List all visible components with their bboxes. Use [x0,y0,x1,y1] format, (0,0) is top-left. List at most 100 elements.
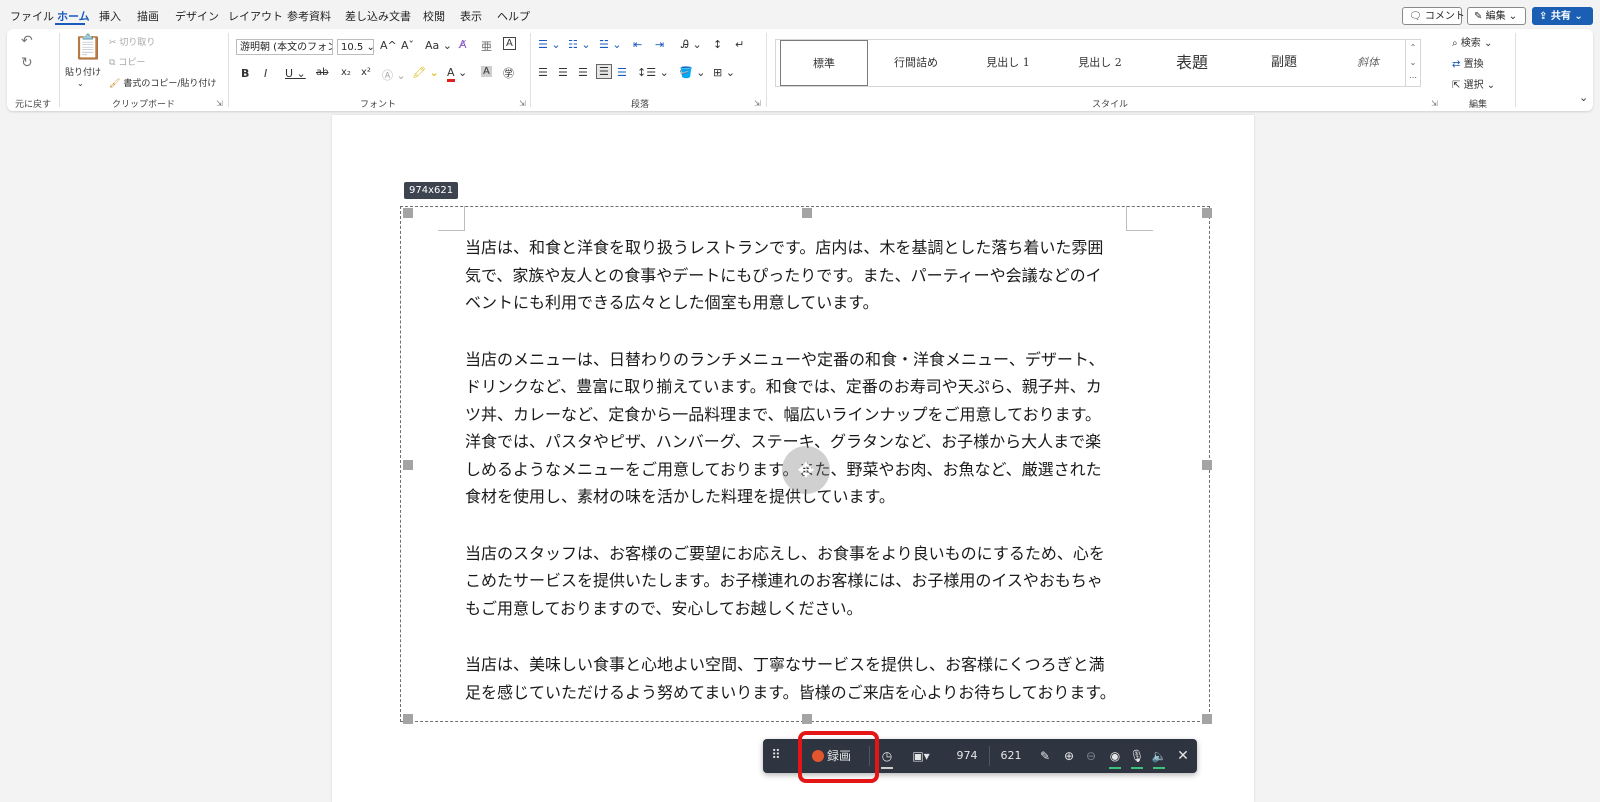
dialog-launcher-icon[interactable]: ⇲ [754,99,761,108]
asian-layout-icon[interactable]: Ꭿ ⌄ [681,38,702,52]
height-field[interactable]: 621 [991,739,1031,773]
resize-handle-top[interactable] [802,208,812,218]
text-line: 当店のスタッフは、お客様のご要望にお応えし、お食事をより良いものにするため、心を [465,543,1105,563]
tab-design[interactable]: デザイン [175,8,219,24]
undo-icon[interactable]: ↶ [21,33,33,49]
resize-handle-right[interactable] [1202,460,1212,470]
margin-corner-mark [438,206,465,231]
cut-button[interactable]: ✂ 切り取り [109,35,155,48]
style-no-spacing[interactable]: 行間詰め [872,40,960,86]
chevron-down-icon[interactable]: ⌄ [1406,55,1420,70]
decrease-indent-icon[interactable]: ⇤ [633,38,642,51]
text-effects-icon[interactable]: Ⓐ ⌄ [382,67,406,83]
tab-layout[interactable]: レイアウト [228,8,283,24]
dialog-launcher-icon[interactable]: ⇲ [1431,99,1438,108]
pen-icon[interactable]: ✎ [1035,739,1055,773]
editing-group-label: 編集 [1469,100,1488,110]
style-normal[interactable]: 標準 [780,40,868,86]
style-title[interactable]: 表題 [1148,40,1236,86]
tab-view[interactable]: 表示 [460,8,482,24]
resize-handle-bottom-right[interactable] [1202,714,1212,724]
resize-handle-bottom-left[interactable] [403,714,413,724]
shading-icon[interactable]: 🪣 ⌄ [679,66,705,79]
cursor-icon: ⇱ [1452,80,1461,91]
tab-references[interactable]: 参考資料 [287,8,331,24]
group-separator [766,33,767,107]
numbering-icon[interactable]: ☷ ⌄ [568,38,591,51]
resize-handle-left[interactable] [403,460,413,470]
justify-icon[interactable]: ☰ [596,64,612,79]
italic-button[interactable]: I [264,67,267,80]
line-spacing-icon[interactable]: ↕☰ ⌄ [637,66,669,79]
underline-button[interactable]: U ⌄ [285,67,306,80]
align-center-icon[interactable]: ☰ [558,66,568,79]
copy-button[interactable]: ⧉ コピー [109,55,145,68]
font-size-select[interactable]: 10.5 ⌄ [337,39,374,55]
move-handle[interactable]: ✥ [782,446,830,494]
strikethrough-button[interactable]: ab [316,67,328,78]
redo-icon[interactable]: ↻ [21,55,33,71]
close-icon[interactable]: ✕ [1173,739,1193,773]
borders-icon[interactable]: ⊞ ⌄ [713,66,735,79]
region-mode-icon[interactable]: ▣▾ [907,739,935,773]
highlight-color-icon[interactable]: 🖍 ⌄ [412,66,439,79]
font-name-select[interactable]: 游明朝 (本文のフォン [236,39,333,55]
tab-help[interactable]: ヘルプ [497,8,530,24]
style-heading-1[interactable]: 見出し 1 [964,40,1052,86]
select-button[interactable]: ⇱ 選択 ⌄ [1452,76,1495,91]
dialog-launcher-icon[interactable]: ⇲ [216,99,223,108]
tab-home[interactable]: ホーム [57,8,90,24]
superscript-button[interactable]: x² [361,67,371,78]
multilevel-list-icon[interactable]: ☱ ⌄ [599,38,622,51]
replace-button[interactable]: ⇄ 置換 [1452,55,1484,70]
zoom-in-icon[interactable]: ⊕ [1059,739,1079,773]
style-emphasis[interactable]: 斜体 [1328,40,1408,86]
sort-icon[interactable]: ↕ [713,38,722,51]
chevron-down-icon[interactable]: ⌄ [77,79,84,88]
collapse-ribbon-icon[interactable]: ⌄ [1579,91,1588,104]
character-shading-button[interactable]: A [481,66,492,77]
style-subtitle[interactable]: 副題 [1240,40,1328,86]
find-button[interactable]: ⌕ 検索 ⌄ [1452,34,1492,49]
paste-button[interactable]: 貼り付け [65,65,101,78]
tab-file[interactable]: ファイル [10,8,54,24]
format-painter-button[interactable]: 🖌 書式のコピー/貼り付け [109,76,216,89]
resize-handle-top-right[interactable] [1202,208,1212,218]
text-line: もご用意しておりますので、安心してお越しください。 [465,598,863,618]
zoom-out-icon[interactable]: ⊖ [1081,739,1101,773]
bullets-icon[interactable]: ☰ ⌄ [538,38,561,51]
subscript-button[interactable]: x₂ [341,67,351,78]
character-border-icon[interactable]: A [503,37,516,50]
tab-draw[interactable]: 描画 [137,8,159,24]
tab-mailings[interactable]: 差し込み文書 [345,8,411,24]
align-left-icon[interactable]: ☰ [538,66,548,79]
drag-grip-icon[interactable]: ⠿ [767,739,785,773]
more-styles-icon[interactable]: ⋯ [1406,70,1420,85]
style-heading-2[interactable]: 見出し 2 [1056,40,1144,86]
change-case-button[interactable]: Aa ⌄ [425,39,452,52]
font-color-label: A [447,66,455,82]
show-marks-icon[interactable]: ↵ [735,38,744,51]
grow-font-button[interactable]: A^ [380,39,397,52]
shrink-font-button[interactable]: Aˇ [401,39,414,52]
resize-handle-top-left[interactable] [403,208,413,218]
font-color-button[interactable]: A ⌄ [447,66,467,82]
tab-insert[interactable]: 挿入 [99,8,121,24]
distributed-icon[interactable]: ☰ [617,66,627,79]
enclose-characters-icon[interactable]: ㊫ [503,65,514,81]
edit-mode-button[interactable]: ✎ 編集 ⌄ [1467,7,1526,25]
increase-indent-icon[interactable]: ⇥ [655,38,664,51]
width-field[interactable]: 974 [947,739,987,773]
dialog-launcher-icon[interactable]: ⇲ [519,99,526,108]
group-separator [228,33,229,107]
chevron-up-icon[interactable]: ⌃ [1406,40,1420,55]
paste-icon[interactable]: 📋 [73,33,103,61]
phonetic-guide-icon[interactable]: 亜 [481,38,492,54]
gallery-scrollbar[interactable]: ⌃ ⌄ ⋯ [1405,40,1420,86]
share-button[interactable]: ⇪ 共有 ⌄ [1532,7,1593,25]
bold-button[interactable]: B [241,67,249,80]
align-right-icon[interactable]: ☰ [578,66,588,79]
clear-formatting-icon[interactable]: A̸ [459,38,467,51]
comment-button[interactable]: 🗨 コメント [1402,7,1465,25]
tab-review[interactable]: 校閲 [423,8,445,24]
